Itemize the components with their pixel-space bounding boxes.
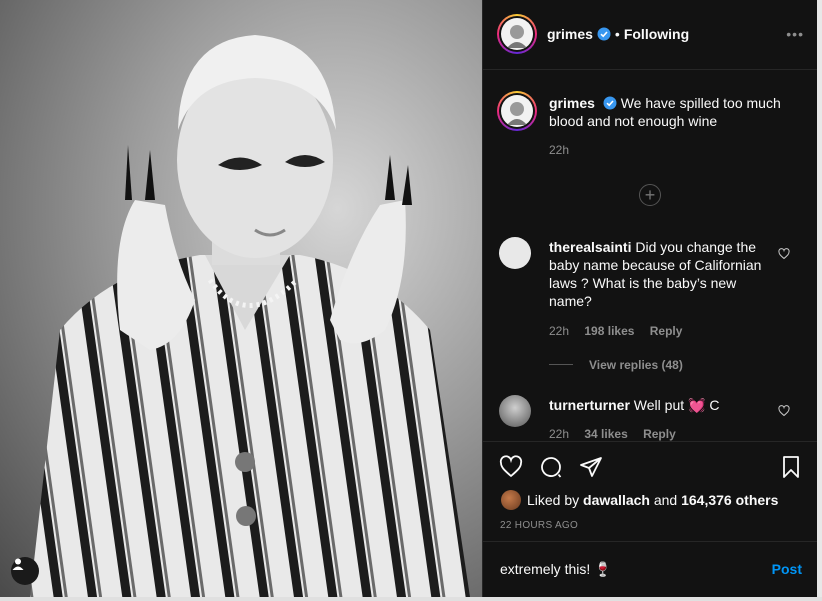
comment-composer: extremely this! 🍷 Post: [483, 541, 818, 597]
separator-dot: •: [614, 26, 620, 42]
comment-time: 22h: [549, 324, 570, 338]
comment-likes[interactable]: 34 likes: [584, 427, 627, 441]
avatar-image: [501, 95, 533, 127]
comment-meta: 22h 34 likes Reply: [549, 427, 688, 441]
caption-username[interactable]: grimes: [549, 95, 595, 111]
following-button[interactable]: Following: [624, 26, 689, 42]
verified-badge-icon: [597, 27, 611, 41]
caption-time: 22h: [549, 143, 570, 157]
comment-body: Well put 💓 C: [633, 397, 720, 413]
reply-button[interactable]: Reply: [643, 427, 676, 441]
liker-avatar[interactable]: [501, 490, 521, 510]
more-options-icon[interactable]: •••: [786, 26, 804, 42]
likes-prefix: Liked by: [527, 492, 580, 508]
comment-bubble-icon[interactable]: [539, 455, 563, 479]
author-username[interactable]: grimes: [547, 26, 593, 42]
caption-avatar[interactable]: [497, 91, 537, 131]
comment-text: turnerturner Well put 💓 C: [549, 396, 769, 414]
liker-username[interactable]: dawallach: [583, 492, 650, 508]
like-heart-icon[interactable]: [499, 455, 523, 479]
caption-meta: 22h: [549, 143, 581, 157]
post-photo-figure: [30, 35, 470, 597]
comment-likes[interactable]: 198 likes: [584, 324, 634, 338]
user-tag-button[interactable]: [11, 557, 39, 585]
window-edge: [817, 0, 822, 601]
view-replies-button[interactable]: View replies (48): [589, 358, 683, 372]
window-bottom-edge: [0, 597, 822, 601]
comment-username[interactable]: therealsainti: [549, 239, 631, 255]
commenter-avatar[interactable]: [499, 237, 531, 269]
plus-circle-icon: +: [644, 185, 656, 205]
post-header: grimes • Following •••: [483, 0, 818, 70]
post-comment-button[interactable]: Post: [772, 561, 802, 577]
author-avatar[interactable]: [497, 14, 537, 54]
avatar-image: [501, 18, 533, 50]
reply-button[interactable]: Reply: [650, 324, 683, 338]
replies-divider: [549, 364, 573, 365]
post-timestamp[interactable]: 22 HOURS AGO: [500, 520, 578, 531]
likes-count[interactable]: 164,376 others: [681, 492, 778, 508]
comments-list[interactable]: grimes We have spilled too much blood an…: [483, 71, 818, 441]
comment-like-heart-icon[interactable]: [778, 405, 790, 417]
comment-text: therealsainti Did you change the baby na…: [549, 238, 769, 310]
load-more-comments-button[interactable]: +: [639, 184, 661, 206]
comment-like-heart-icon[interactable]: [778, 248, 790, 260]
post-detail-panel: grimes • Following ••• grimes We have sp…: [482, 0, 818, 597]
verified-badge-icon: [603, 96, 617, 110]
comment-input[interactable]: extremely this! 🍷: [500, 561, 612, 578]
comment-username[interactable]: turnerturner: [549, 397, 630, 413]
commenter-avatar[interactable]: [499, 395, 531, 427]
user-icon: [12, 558, 24, 570]
save-bookmark-icon[interactable]: [779, 455, 803, 479]
post-actions: Liked by dawallach and 164,376 others 22…: [483, 441, 818, 541]
post-photo[interactable]: [0, 0, 482, 597]
likes-summary: Liked by dawallach and 164,376 others: [501, 490, 778, 510]
comment-meta: 22h 198 likes Reply: [549, 324, 694, 338]
comment-time: 22h: [549, 427, 570, 441]
share-paper-plane-icon[interactable]: [579, 455, 603, 479]
caption-text: grimes We have spilled too much blood an…: [549, 94, 799, 130]
likes-middle: and: [653, 492, 678, 508]
